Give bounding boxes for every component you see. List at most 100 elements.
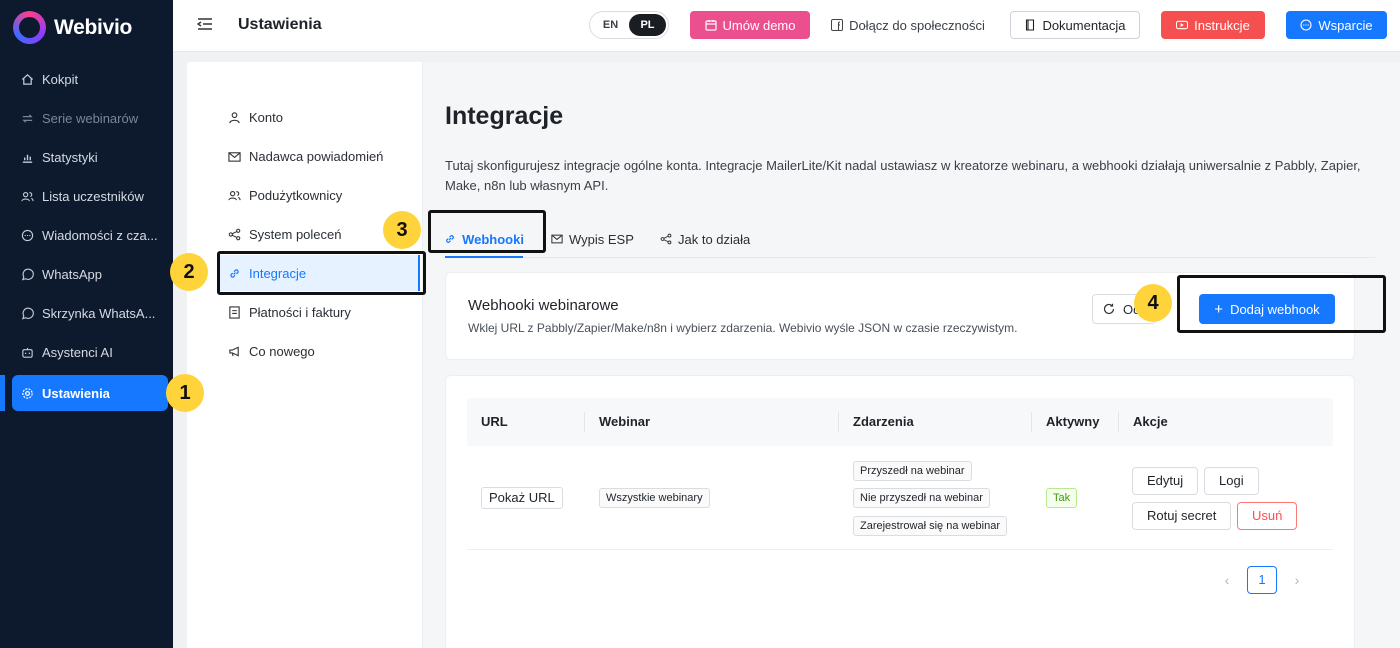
column-divider	[584, 412, 585, 432]
settings-nav-platnosci[interactable]: Płatności i faktury	[220, 294, 420, 330]
join-community-button[interactable]: Dołącz do społeczności	[823, 11, 993, 39]
active-nav-accent	[0, 375, 5, 411]
support-label: Wsparcie	[1318, 17, 1373, 33]
sidebar-item-label: Statystyki	[42, 149, 98, 165]
settings-nav-label: Co nowego	[249, 343, 315, 359]
integrations-content: Integracje Tutaj skonfigurujesz integrac…	[423, 62, 1400, 648]
integrations-title: Integracje	[445, 102, 564, 130]
menu-fold-icon[interactable]	[196, 16, 215, 34]
mail-icon	[227, 149, 241, 163]
table-header: URL Webinar Zdarzenia Aktywny Akcje	[467, 398, 1333, 446]
sidebar-item-label: Serie webinarów	[42, 110, 139, 126]
chart-icon	[20, 150, 34, 164]
settings-nav-co-nowego[interactable]: Co nowego	[220, 333, 420, 369]
logo-icon	[13, 11, 46, 44]
whatsapp-icon	[20, 267, 34, 281]
event-tag: Zarejestrował się na webinar	[853, 516, 1008, 536]
document-icon	[227, 305, 241, 319]
column-events: Zdarzenia	[853, 414, 914, 429]
sidebar-item-label: Kokpit	[42, 71, 79, 87]
youtube-icon	[1176, 19, 1189, 31]
sidebar-item-whatsapp[interactable]: WhatsApp	[12, 256, 168, 292]
sidebar-item-label: Wiadomości z cza...	[42, 227, 158, 243]
robot-icon	[20, 345, 34, 359]
megaphone-icon	[227, 344, 241, 358]
column-webinar: Webinar	[599, 414, 651, 429]
event-tag: Przyszedł na webinar	[853, 461, 972, 481]
facebook-icon	[831, 19, 844, 31]
team-icon	[227, 188, 241, 202]
page-1-button[interactable]: 1	[1247, 566, 1277, 594]
settings-nav-poduzytkownicy[interactable]: Podużytkownicy	[220, 177, 420, 213]
settings-nav-konto[interactable]: Konto	[220, 99, 420, 135]
highlight-box-webhooki	[428, 210, 546, 253]
pagination: ‹ 1 ›	[1217, 566, 1347, 594]
instructions-button[interactable]: Instrukcje	[1161, 11, 1265, 39]
repeat-icon	[20, 111, 34, 125]
documentation-button[interactable]: Dokumentacja	[1010, 11, 1140, 39]
book-icon	[1024, 19, 1036, 31]
sidebar-item-ustawienia[interactable]: Ustawienia	[12, 375, 168, 411]
table-row: Pokaż URL Wszystkie webinary Przyszedł n…	[467, 446, 1333, 550]
prev-page-button[interactable]: ‹	[1217, 566, 1237, 594]
annotation-badge-1: 1	[166, 374, 204, 412]
sidebar-item-wiadomosci[interactable]: Wiadomości z cza...	[12, 217, 168, 253]
sidebar-item-asystenci-ai[interactable]: Asystenci AI	[12, 334, 168, 370]
tab-wypis-esp[interactable]: Wypis ESP	[551, 220, 634, 258]
webhooks-panel-title: Webhooki webinarowe	[468, 297, 619, 314]
calendar-icon	[704, 19, 717, 31]
column-active: Aktywny	[1046, 414, 1100, 429]
settings-nav-label: Konto	[249, 109, 283, 125]
column-divider	[1118, 412, 1119, 432]
tab-label: Jak to działa	[678, 231, 751, 247]
settings-nav: Konto Nadawca powiadomień Podużytkownicy…	[187, 62, 423, 648]
language-switch[interactable]: EN PL	[589, 11, 669, 39]
logs-button[interactable]: Logi	[1204, 467, 1259, 495]
next-page-button[interactable]: ›	[1287, 566, 1307, 594]
sidebar-item-kokpit[interactable]: Kokpit	[12, 61, 168, 97]
show-url-button[interactable]: Pokaż URL	[481, 487, 563, 509]
integration-tabs: Webhooki Wypis ESP Jak to działa	[445, 220, 1375, 258]
lang-option-en[interactable]: EN	[592, 14, 629, 36]
sidebar-item-label: WhatsApp	[42, 266, 102, 282]
annotation-badge-3: 3	[383, 211, 421, 249]
user-icon	[227, 110, 241, 124]
active-tab-indicator	[445, 256, 523, 258]
delete-button[interactable]: Usuń	[1237, 502, 1298, 530]
edit-button[interactable]: Edytuj	[1132, 467, 1199, 495]
home-icon	[20, 72, 34, 86]
support-button[interactable]: Wsparcie	[1286, 11, 1387, 39]
app-logo[interactable]: Webivio	[13, 11, 132, 44]
webinar-tag: Wszystkie webinary	[599, 488, 710, 508]
settings-nav-nadawca[interactable]: Nadawca powiadomień	[220, 138, 420, 174]
lang-option-pl[interactable]: PL	[629, 14, 666, 36]
sidebar-item-lista-uczestnikow[interactable]: Lista uczestników	[12, 178, 168, 214]
sidebar: Webivio Kokpit Serie webinarów Statystyk…	[0, 0, 173, 648]
mail-icon	[551, 233, 563, 245]
tab-jak-to-dziala[interactable]: Jak to działa	[660, 220, 750, 258]
sidebar-item-serie-webinarow[interactable]: Serie webinarów	[12, 100, 168, 136]
settings-nav-label: Podużytkownicy	[249, 187, 343, 203]
sidebar-item-statystyki[interactable]: Statystyki	[12, 139, 168, 175]
highlight-box-integracje	[217, 251, 426, 295]
sidebar-item-skrzynka-whatsapp[interactable]: Skrzynka WhatsA...	[12, 295, 168, 331]
page-title: Ustawienia	[238, 16, 322, 33]
whatsapp-icon	[20, 306, 34, 320]
settings-nav-label: Nadawca powiadomień	[249, 148, 384, 164]
sidebar-item-label: Lista uczestników	[42, 188, 144, 204]
users-icon	[20, 189, 34, 203]
annotation-badge-2: 2	[170, 253, 208, 291]
rotate-secret-button[interactable]: Rotuj secret	[1132, 502, 1232, 530]
app-name: Webivio	[54, 15, 133, 39]
share-icon	[660, 233, 672, 245]
webhooks-panel-subtitle: Wklej URL z Pabbly/Zapier/Make/n8n i wyb…	[468, 321, 1018, 335]
settings-nav-label: Płatności i faktury	[249, 304, 351, 320]
sidebar-item-label: Asystenci AI	[42, 344, 113, 360]
gear-icon	[20, 386, 34, 400]
book-demo-button[interactable]: Umów demo	[690, 11, 810, 39]
top-header: Ustawienia EN PL Umów demo Dołącz do spo…	[173, 0, 1400, 52]
settings-card: Konto Nadawca powiadomień Podużytkownicy…	[187, 62, 1400, 648]
highlight-box-add-webhook	[1177, 275, 1386, 333]
integrations-description: Tutaj skonfigurujesz integracje ogólne k…	[445, 158, 1361, 193]
active-status-badge: Tak	[1046, 488, 1078, 508]
